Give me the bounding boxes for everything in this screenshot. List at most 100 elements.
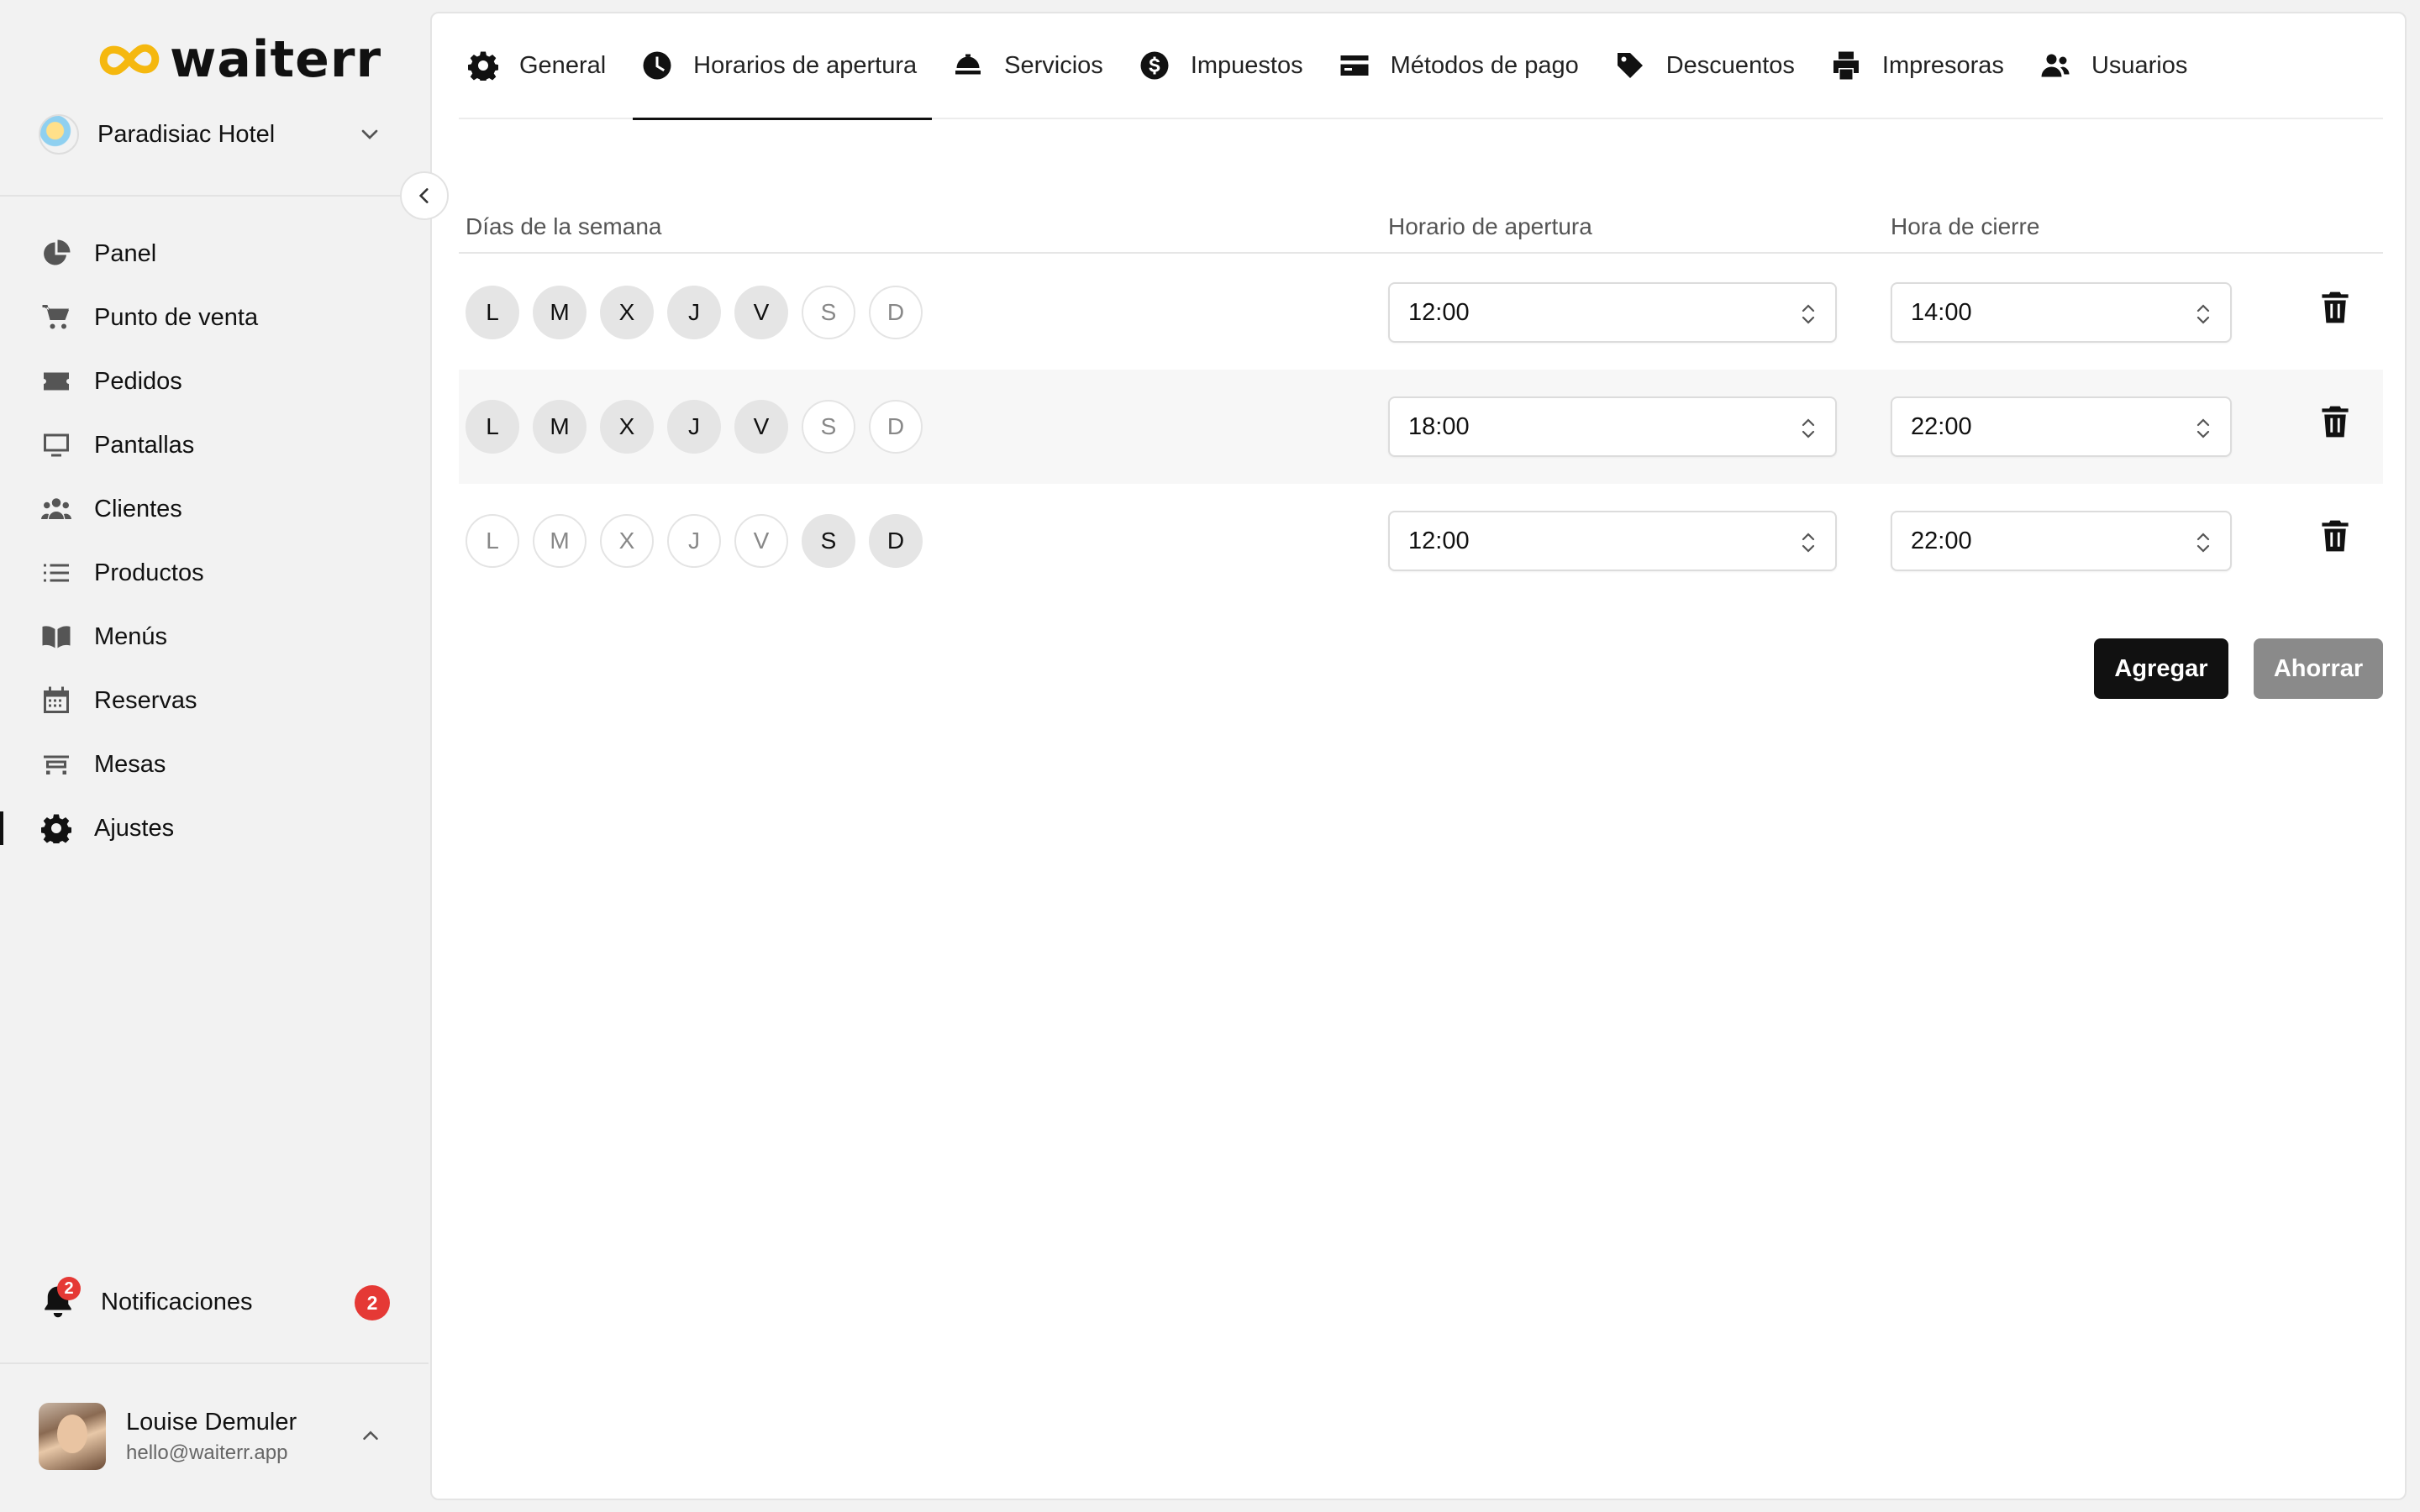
sidebar-item-label: Menús [94, 622, 168, 650]
tab-servicios[interactable]: Servicios [944, 13, 1118, 118]
delete-schedule-button[interactable] [2321, 291, 2351, 324]
tag-icon [1614, 50, 1646, 81]
opening-time-select[interactable]: 12:00 [1388, 511, 1837, 571]
user-menu[interactable]: Louise Demuler hello@waiterr.app [39, 1401, 392, 1472]
gear-icon [40, 812, 72, 844]
day-toggle-domingo[interactable]: D [869, 400, 923, 454]
sidebar-item-panel[interactable]: Panel [0, 222, 429, 286]
gear-icon [467, 50, 499, 81]
tab-impresoras[interactable]: Impresoras [1822, 13, 2019, 118]
closing-time-select[interactable]: 22:00 [1891, 396, 2232, 457]
tab-horarios-de-apertura[interactable]: Horarios de apertura [633, 13, 933, 120]
trash-icon [2322, 291, 2349, 323]
sidebar-divider [0, 1362, 429, 1364]
waiterr-logo[interactable]: waiterr [97, 30, 381, 89]
sidebar-item-menus[interactable]: Menús [0, 605, 429, 669]
closing-time-value: 22:00 [1911, 412, 1972, 440]
settings-tabs: General Horarios de apertura Servicios I… [459, 13, 2383, 120]
save-button[interactable]: Ahorrar [2254, 638, 2383, 699]
day-toggle-martes[interactable]: M [533, 400, 587, 454]
tab-impuestos[interactable]: Impuestos [1130, 13, 1318, 118]
monitor-icon [40, 429, 72, 461]
tab-label: Descuentos [1665, 51, 1795, 79]
select-updown-icon [2196, 533, 2210, 553]
day-toggle-lunes[interactable]: L [466, 400, 519, 454]
weekday-selector: L M X J V S D [466, 400, 936, 454]
sidebar-divider [0, 195, 429, 197]
sidebar-item-ajustes[interactable]: Ajustes [0, 796, 429, 860]
clock-icon [641, 50, 673, 81]
day-toggle-viernes[interactable]: V [734, 514, 788, 568]
table-icon [40, 748, 72, 780]
day-toggle-sabado[interactable]: S [802, 286, 855, 339]
tab-label: Impresoras [1881, 51, 2004, 79]
day-toggle-sabado[interactable]: S [802, 400, 855, 454]
chevron-left-icon [418, 188, 429, 203]
opening-time-value: 12:00 [1408, 298, 1470, 326]
day-toggle-miercoles[interactable]: X [600, 286, 654, 339]
day-toggle-miercoles[interactable]: X [600, 514, 654, 568]
user-email: hello@waiterr.app [126, 1441, 288, 1464]
day-toggle-martes[interactable]: M [533, 514, 587, 568]
tab-descuentos[interactable]: Descuentos [1606, 13, 1810, 118]
tab-label: Usuarios [2091, 51, 2188, 79]
sidebar-item-reservas[interactable]: Reservas [0, 669, 429, 732]
avatar [39, 1403, 106, 1470]
notifications-count-badge: 2 [355, 1285, 390, 1320]
sidebar-item-label: Clientes [94, 495, 182, 522]
closing-time-value: 22:00 [1911, 527, 1972, 554]
select-updown-icon [1802, 533, 1815, 553]
infinity-logo-icon [99, 44, 160, 76]
pie-chart-icon [40, 238, 72, 270]
tab-label: Métodos de pago [1390, 51, 1579, 79]
dollar-icon [1139, 50, 1171, 81]
day-toggle-viernes[interactable]: V [734, 286, 788, 339]
tab-label: Horarios de apertura [693, 51, 918, 79]
bell-icon: 2 [40, 1277, 81, 1320]
day-toggle-domingo[interactable]: D [869, 514, 923, 568]
day-toggle-lunes[interactable]: L [466, 514, 519, 568]
ticket-icon [40, 365, 72, 397]
day-toggle-lunes[interactable]: L [466, 286, 519, 339]
delete-schedule-button[interactable] [2321, 405, 2351, 438]
add-schedule-button[interactable]: Agregar [2094, 638, 2228, 699]
book-icon [40, 621, 72, 653]
day-toggle-miercoles[interactable]: X [600, 400, 654, 454]
sidebar-item-productos[interactable]: Productos [0, 541, 429, 605]
tab-metodos-de-pago[interactable]: Métodos de pago [1330, 13, 1594, 118]
notifications-item[interactable]: 2 Notificaciones 2 [40, 1277, 393, 1327]
select-updown-icon [2196, 418, 2210, 438]
sidebar-item-clientes[interactable]: Clientes [0, 477, 429, 541]
day-toggle-jueves[interactable]: J [667, 286, 721, 339]
hotel-selector[interactable]: Paradisiac Hotel [39, 109, 392, 160]
sidebar-item-label: Panel [94, 239, 157, 267]
day-toggle-martes[interactable]: M [533, 286, 587, 339]
sidebar-item-label: Mesas [94, 750, 166, 778]
opening-time-select[interactable]: 18:00 [1388, 396, 1837, 457]
calendar-icon [40, 685, 72, 717]
sidebar-item-label: Ajustes [94, 814, 175, 842]
collapse-sidebar-button[interactable] [400, 171, 449, 220]
sidebar-item-mesas[interactable]: Mesas [0, 732, 429, 796]
day-toggle-sabado[interactable]: S [802, 514, 855, 568]
tab-label: Servicios [1004, 51, 1103, 79]
day-toggle-viernes[interactable]: V [734, 400, 788, 454]
closing-time-select[interactable]: 14:00 [1891, 282, 2232, 343]
day-toggle-jueves[interactable]: J [667, 514, 721, 568]
user-info: Louise Demuler hello@waiterr.app [126, 1409, 297, 1465]
opening-time-select[interactable]: 12:00 [1388, 282, 1837, 343]
sidebar-item-pantallas[interactable]: Pantallas [0, 413, 429, 477]
bell-badge: 2 [57, 1277, 81, 1300]
delete-schedule-button[interactable] [2321, 519, 2351, 553]
sidebar-item-punto-de-venta[interactable]: Punto de venta [0, 286, 429, 349]
closing-time-select[interactable]: 22:00 [1891, 511, 2232, 571]
tab-usuarios[interactable]: Usuarios [2031, 13, 2202, 118]
day-toggle-jueves[interactable]: J [667, 400, 721, 454]
day-toggle-domingo[interactable]: D [869, 286, 923, 339]
user-group-icon [2039, 50, 2071, 81]
sidebar: waiterr Paradisiac Hotel Panel Punto de … [0, 0, 429, 1512]
sidebar-item-pedidos[interactable]: Pedidos [0, 349, 429, 413]
tab-general[interactable]: General [459, 13, 621, 118]
settings-panel: General Horarios de apertura Servicios I… [430, 12, 2407, 1500]
column-header-open: Horario de apertura [1388, 213, 1592, 239]
